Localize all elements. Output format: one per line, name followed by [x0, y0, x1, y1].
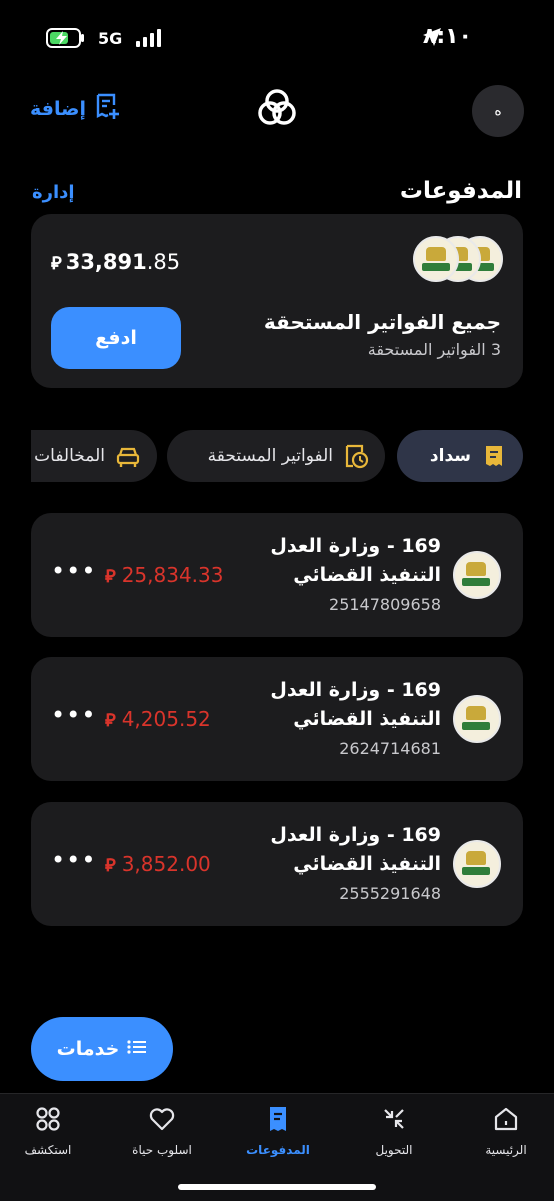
ministry-logo-icon: [453, 695, 501, 743]
ministry-logo-icon: [453, 551, 501, 599]
battery-icon: [46, 28, 86, 48]
bill-service: التنفيذ القضائي: [293, 853, 441, 875]
pay-all-button[interactable]: ادفع: [51, 307, 181, 369]
bill-number: 2624714681: [339, 739, 441, 758]
heart-icon: [147, 1104, 177, 1137]
bill-biller: 169 - وزارة العدل: [270, 535, 441, 557]
bill-number: 2555291648: [339, 884, 441, 903]
chip-due-bills-label: الفواتير المستحقة: [207, 446, 333, 466]
bill-amount-value: 4,205.52: [121, 707, 211, 731]
payments-icon: [263, 1104, 293, 1137]
bill-amount: ⃁ 4,205.52: [105, 707, 211, 731]
bill-amount-value: 3,852.00: [121, 852, 211, 876]
status-bar: 5G ٨:١٠: [0, 0, 554, 70]
nav-lifestyle[interactable]: اسلوب حياة: [112, 1104, 212, 1157]
summary-title: جميع الفواتير المستحقة: [263, 310, 501, 334]
ministry-logo-icon: [413, 236, 459, 282]
network-label: 5G: [98, 29, 123, 48]
chip-violations[interactable]: المخالفات: [31, 430, 157, 482]
total-amount: ⃁ 33,891.85: [51, 250, 180, 274]
ministry-logo-icon: [453, 840, 501, 888]
more-options-icon[interactable]: •••: [51, 701, 96, 729]
transfer-icon: [379, 1104, 409, 1137]
category-chips: سداد الفواتير المستحقة المخالفات: [31, 430, 523, 482]
chip-sadad[interactable]: سداد: [397, 430, 523, 482]
list-icon: [127, 1038, 147, 1060]
add-label: إضافة: [30, 97, 86, 120]
home-indicator[interactable]: [178, 1184, 376, 1190]
avatar[interactable]: ه: [472, 85, 524, 137]
nav-lifestyle-label: اسلوب حياة: [132, 1143, 192, 1157]
bill-card[interactable]: 169 - وزارة العدل التنفيذ القضائي 251478…: [31, 513, 523, 637]
nav-home[interactable]: الرئيسية: [456, 1104, 554, 1157]
nav-explore[interactable]: استكشف: [0, 1104, 98, 1157]
bill-number: 25147809658: [329, 595, 441, 614]
nav-payments-label: المدفوعات: [246, 1143, 310, 1157]
bill-service: التنفيذ القضائي: [293, 708, 441, 730]
bill-clock-icon: [343, 443, 369, 469]
services-label: خدمات: [56, 1038, 120, 1060]
bill-service: التنفيذ القضائي: [293, 564, 441, 586]
bill-card[interactable]: 169 - وزارة العدل التنفيذ القضائي 255529…: [31, 802, 523, 926]
nav-transfer[interactable]: التحويل: [344, 1104, 444, 1157]
chip-due-bills[interactable]: الفواتير المستحقة: [167, 430, 385, 482]
nav-transfer-label: التحويل: [375, 1143, 413, 1157]
add-receipt-icon: [94, 92, 122, 125]
riyal-icon: ⃁: [105, 566, 116, 587]
riyal-icon: ⃁: [105, 710, 116, 731]
riyal-icon: ⃁: [105, 855, 116, 876]
explore-icon: [33, 1104, 63, 1137]
nav-payments[interactable]: المدفوعات: [228, 1104, 328, 1157]
more-options-icon[interactable]: •••: [51, 846, 96, 874]
nav-home-label: الرئيسية: [485, 1143, 527, 1157]
status-time: ٨:١٠: [422, 24, 472, 49]
add-button[interactable]: إضافة: [30, 92, 122, 125]
due-bills-summary-card[interactable]: ⃁ 33,891.85 ادفع جميع الفواتير المستحقة …: [31, 214, 523, 388]
nav-explore-label: استكشف: [24, 1143, 72, 1157]
riyal-icon: ⃁: [51, 253, 62, 274]
total-amount-int: 33,891: [65, 250, 147, 274]
bill-card[interactable]: 169 - وزارة العدل التنفيذ القضائي 262471…: [31, 657, 523, 781]
services-button[interactable]: خدمات: [31, 1017, 173, 1081]
bill-amount: ⃁ 3,852.00: [105, 852, 211, 876]
chip-sadad-label: سداد: [429, 446, 471, 466]
car-icon: [115, 443, 141, 469]
bill-biller: 169 - وزارة العدل: [270, 679, 441, 701]
summary-subtitle: 3 الفواتير المستحقة: [367, 340, 501, 359]
manage-link[interactable]: إدارة: [32, 182, 75, 203]
signal-icon: [136, 29, 162, 47]
pay-label: ادفع: [95, 327, 137, 349]
avatar-initial: ه: [494, 103, 502, 119]
receipt-icon: [481, 443, 507, 469]
chip-violations-label: المخالفات: [34, 446, 105, 466]
bill-biller: 169 - وزارة العدل: [270, 824, 441, 846]
bill-amount: ⃁ 25,834.33: [105, 563, 224, 587]
page-title: المدفوعات: [399, 178, 522, 204]
more-options-icon[interactable]: •••: [51, 557, 96, 585]
app-logo-icon: [258, 88, 296, 126]
bill-amount-value: 25,834.33: [121, 563, 224, 587]
total-amount-dec: .85: [146, 250, 181, 274]
home-icon: [491, 1104, 521, 1137]
